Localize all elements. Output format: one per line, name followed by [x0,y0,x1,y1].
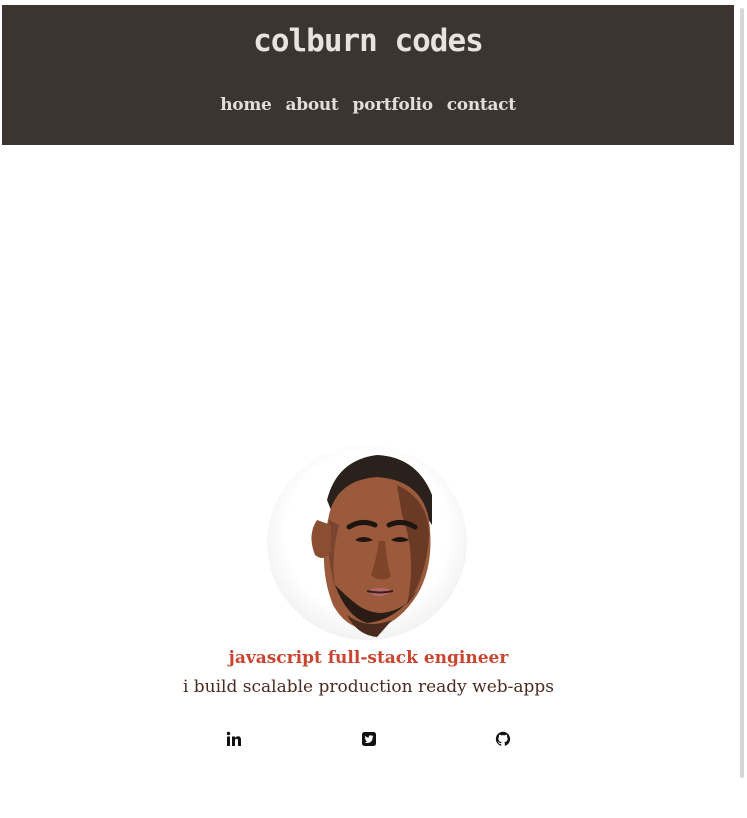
portrait-illustration [311,455,432,637]
scrollbar-thumb[interactable] [740,8,744,778]
nav-portfolio[interactable]: portfolio [353,95,434,115]
site-title[interactable]: colburn codes [2,23,734,59]
github-icon[interactable] [495,731,513,749]
headline: javascript full-stack engineer [228,648,509,668]
scrollbar[interactable] [737,0,747,818]
avatar [267,445,467,640]
nav-contact[interactable]: contact [447,95,516,115]
nav-home[interactable]: home [220,95,272,115]
linkedin-icon[interactable] [226,731,244,749]
site-header: colburn codes home about portfolio conta… [2,5,734,145]
main-nav: home about portfolio contact [2,95,734,115]
twitter-icon[interactable] [361,731,379,749]
nav-about[interactable]: about [286,95,339,115]
tagline: i build scalable production ready web-ap… [182,677,555,697]
page: colburn codes home about portfolio conta… [0,0,747,818]
